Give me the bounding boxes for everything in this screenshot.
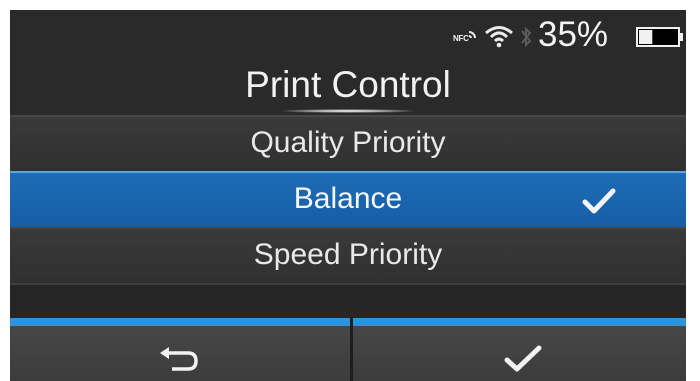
option-speed-priority[interactable]: Speed Priority: [10, 227, 686, 283]
status-bar: NFC 35%: [10, 10, 686, 62]
back-button[interactable]: [10, 318, 350, 381]
empty-row: [10, 283, 686, 318]
softkey-bar: [10, 318, 686, 381]
option-balance[interactable]: Balance: [10, 171, 686, 227]
battery-icon: [636, 27, 683, 47]
back-arrow-icon: [160, 347, 198, 371]
wifi-icon: [485, 26, 513, 48]
printer-screen: NFC 35% Print Control Quality Priority B…: [10, 10, 686, 381]
option-label: Speed Priority: [253, 238, 443, 271]
confirm-button[interactable]: [353, 318, 686, 381]
confirm-check-icon: [504, 345, 542, 372]
option-label: Balance: [293, 182, 403, 215]
device-frame: NFC 35% Print Control Quality Priority B…: [0, 0, 700, 381]
bluetooth-icon: [521, 26, 532, 48]
option-list: Quality Priority Balance Speed Priority: [10, 115, 686, 283]
option-quality-priority[interactable]: Quality Priority: [10, 115, 686, 171]
checkmark-icon: [582, 188, 616, 214]
title-underline: [278, 109, 418, 113]
battery-percent: 35%: [538, 15, 609, 54]
page-title: Print Control: [245, 64, 451, 105]
option-label: Quality Priority: [250, 126, 446, 159]
nfc-icon: NFC: [453, 28, 477, 48]
